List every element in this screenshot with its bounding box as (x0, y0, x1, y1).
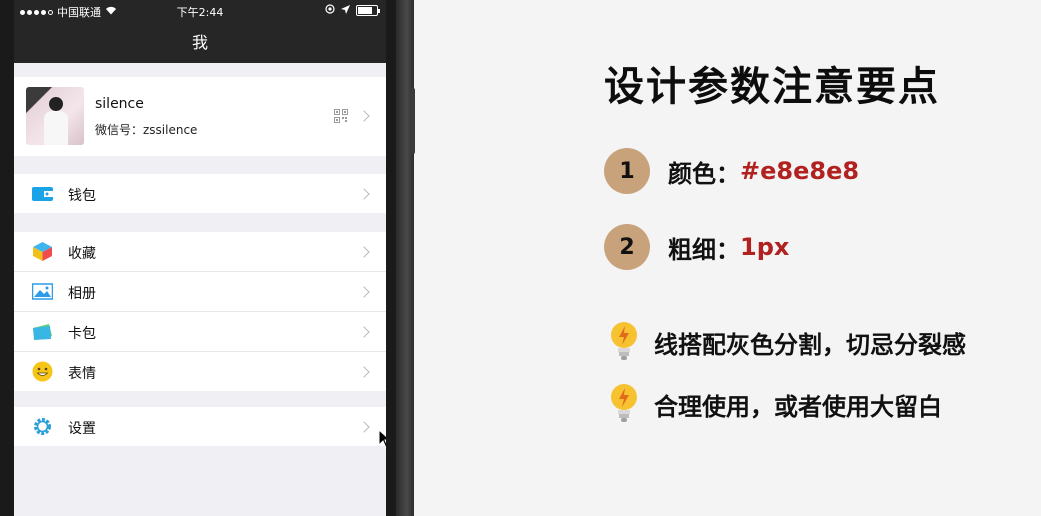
wechat-id: 微信号：zssilence (95, 123, 198, 137)
menu-label-stickers: 表情 (68, 366, 96, 382)
menu-item-wallet[interactable]: 钱包 (14, 174, 386, 213)
rotation-lock-icon (325, 4, 335, 17)
battery-icon (356, 5, 380, 16)
slide-title: 设计参数注意要点 (604, 64, 940, 110)
point-number-badge: 2 (604, 224, 650, 270)
menu-item-settings[interactable]: 设置 (14, 407, 386, 446)
album-icon (32, 283, 53, 300)
nav-bar: 我 (14, 20, 386, 63)
qr-code-icon[interactable] (334, 109, 348, 123)
phone-frame: 中国联通 下午2:44 我 silence 微信号：zssilence 钱包 收… (0, 0, 415, 516)
phone-edge (396, 0, 414, 516)
wallet-group: 钱包 (14, 174, 386, 213)
menu-label-settings: 设置 (68, 421, 96, 437)
menu-label-favorites: 收藏 (68, 246, 96, 262)
wallet-icon (32, 187, 53, 201)
settings-gear-icon (34, 418, 51, 435)
tip-text: 合理使用，或者使用大留白 (654, 392, 942, 421)
tip-text: 线搭配灰色分割，切忌分裂感 (654, 330, 966, 359)
menu-label-cards: 卡包 (68, 326, 96, 342)
page-title: 我 (191, 33, 208, 52)
menu-item-album[interactable]: 相册 (14, 272, 386, 312)
chevron-right-icon (358, 366, 370, 378)
menu-label-wallet: 钱包 (68, 188, 96, 204)
smiley-icon (32, 361, 53, 382)
point-value: 1px (740, 233, 790, 261)
mouse-cursor-icon (378, 429, 386, 449)
collections-group: 收藏 相册 卡包 表情 (14, 232, 386, 391)
menu-label-album: 相册 (68, 286, 96, 302)
lightbulb-icon (611, 384, 637, 422)
profile-name: silence (95, 96, 144, 112)
menu-item-cards[interactable]: 卡包 (14, 312, 386, 352)
point-number-badge: 1 (604, 148, 650, 194)
point-label: 颜色： (668, 159, 740, 188)
status-bar: 中国联通 下午2:44 (14, 0, 386, 20)
settings-group: 设置 (14, 407, 386, 446)
tip-item: 线搭配灰色分割，切忌分裂感 (608, 320, 966, 364)
chevron-right-icon (358, 110, 370, 122)
favorites-cube-icon (33, 242, 52, 261)
chevron-right-icon (358, 246, 370, 258)
chevron-right-icon (358, 188, 370, 200)
chevron-right-icon (358, 326, 370, 338)
menu-item-stickers[interactable]: 表情 (14, 352, 386, 391)
point-label: 粗细： (668, 235, 740, 264)
menu-item-favorites[interactable]: 收藏 (14, 232, 386, 272)
phone-side-button (410, 88, 415, 154)
phone-screen: 中国联通 下午2:44 我 silence 微信号：zssilence 钱包 收… (14, 0, 386, 516)
location-icon (341, 4, 350, 17)
tip-item: 合理使用，或者使用大留白 (608, 382, 942, 426)
lightbulb-icon (611, 322, 637, 360)
point-thickness: 2 粗细： 1px (604, 224, 789, 270)
avatar (26, 87, 84, 145)
point-color: 1 颜色： #e8e8e8 (604, 148, 859, 194)
chevron-right-icon (358, 421, 370, 433)
chevron-right-icon (358, 286, 370, 298)
point-value: #e8e8e8 (740, 157, 860, 185)
card-pack-icon (33, 324, 52, 340)
profile-card[interactable]: silence 微信号：zssilence (14, 77, 386, 156)
